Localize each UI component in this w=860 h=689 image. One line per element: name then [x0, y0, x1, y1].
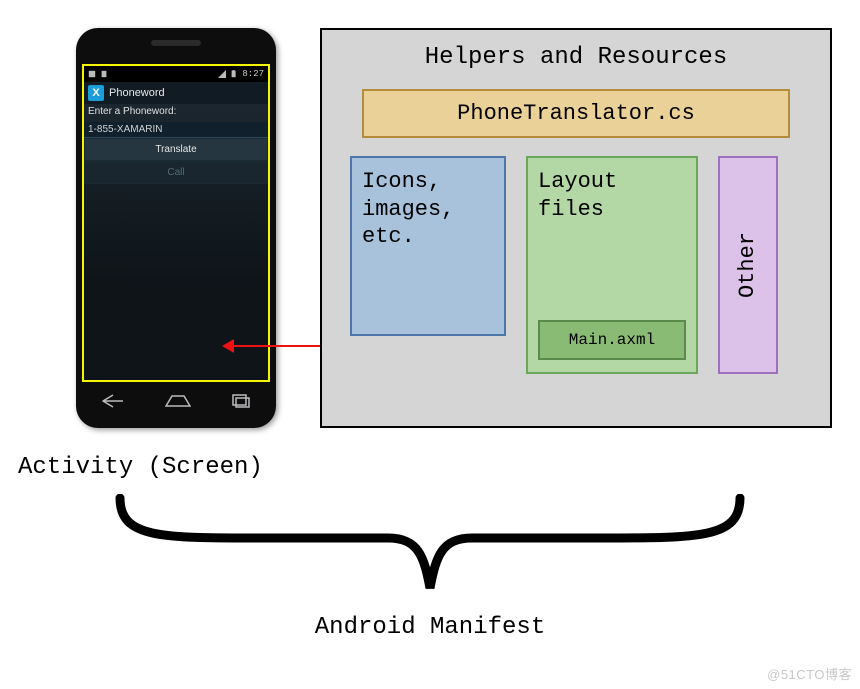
- app-icon: X: [88, 85, 104, 101]
- app-title-bar: X Phoneword: [84, 82, 268, 104]
- app-title: Phoneword: [109, 87, 165, 99]
- layout-card-line: files: [538, 196, 686, 224]
- app-prompt-label: Enter a Phoneword:: [84, 104, 268, 119]
- layout-file-box: Main.axml: [538, 320, 686, 360]
- phoneword-input[interactable]: [84, 122, 268, 138]
- android-navbar: [82, 388, 270, 418]
- arrow-head-icon: [222, 339, 234, 353]
- phone-screen: 8:27 X Phoneword Enter a Phoneword: Tran…: [82, 64, 270, 382]
- phone-device: 8:27 X Phoneword Enter a Phoneword: Tran…: [76, 28, 276, 428]
- other-card: Other: [718, 156, 778, 374]
- call-button[interactable]: Call: [84, 161, 268, 184]
- status-time: 8:27: [242, 69, 264, 79]
- recent-icon[interactable]: [232, 394, 250, 412]
- translate-button[interactable]: Translate: [84, 138, 268, 161]
- home-icon[interactable]: [165, 394, 191, 412]
- icons-card-line: etc.: [362, 223, 494, 251]
- panel-title: Helpers and Resources: [322, 30, 830, 81]
- icons-card-line: images,: [362, 196, 494, 224]
- icons-images-card: Icons, images, etc.: [350, 156, 506, 336]
- android-statusbar: 8:27: [84, 66, 268, 82]
- app-icon-letter: X: [92, 87, 99, 99]
- activity-screen-label: Activity (Screen): [18, 454, 263, 481]
- android-manifest-label: Android Manifest: [0, 614, 860, 641]
- status-doc-icon: [100, 70, 108, 78]
- helpers-resources-panel: Helpers and Resources PhoneTranslator.cs…: [320, 28, 832, 428]
- translator-file-box: PhoneTranslator.cs: [362, 89, 790, 138]
- signal-icon: [218, 70, 226, 78]
- icons-card-line: Icons,: [362, 168, 494, 196]
- battery-icon: [230, 70, 238, 78]
- watermark: @51CTO博客: [767, 664, 852, 683]
- diagram-stage: 8:27 X Phoneword Enter a Phoneword: Tran…: [0, 0, 860, 689]
- back-icon[interactable]: [102, 394, 124, 412]
- curly-brace-icon: [100, 494, 760, 594]
- layout-card-line: Layout: [538, 168, 686, 196]
- app-body: Enter a Phoneword: Translate Call: [84, 104, 268, 184]
- layout-files-card: Layout files Main.axml: [526, 156, 698, 374]
- status-square-icon: [88, 70, 96, 78]
- other-card-label: Other: [734, 232, 762, 298]
- resources-row: Icons, images, etc. Layout files Main.ax…: [322, 156, 830, 396]
- phone-speaker: [151, 40, 201, 46]
